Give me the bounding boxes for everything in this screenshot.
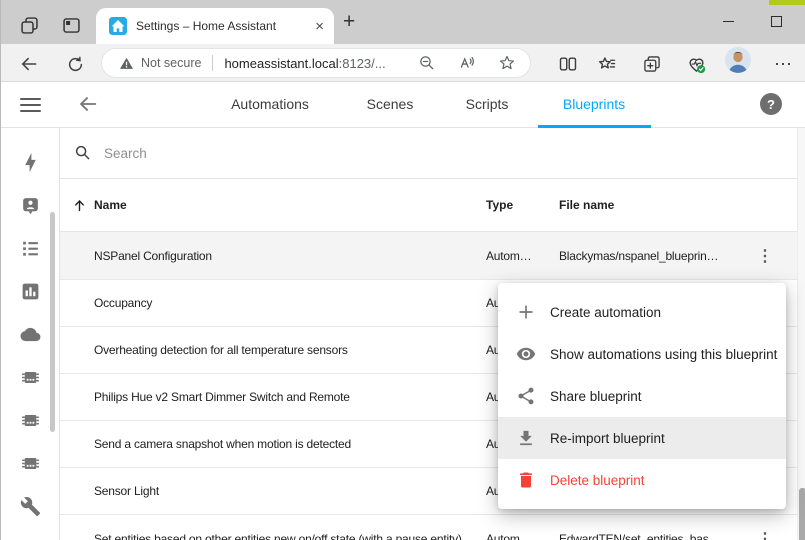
search-row	[60, 128, 805, 179]
table-row[interactable]: NSPanel Configuration Autom… Blackymas/n…	[60, 232, 805, 280]
hardware-chip-icon-1[interactable]	[20, 367, 41, 388]
favorites-icon[interactable]	[595, 52, 619, 76]
todo-list-icon[interactable]	[20, 238, 41, 259]
menu-item-show-automations[interactable]: Show automations using this blueprint	[498, 333, 786, 375]
column-type[interactable]: Type	[486, 179, 513, 232]
browser-tab-strip: Settings – Home Assistant × +	[1, 0, 805, 44]
settings-wrench-icon[interactable]	[20, 496, 41, 517]
hardware-chip-icon-2[interactable]	[20, 410, 41, 431]
read-aloud-icon[interactable]	[458, 54, 476, 72]
table-header: Name Type File name	[60, 179, 805, 232]
url-path: :8123/...	[339, 56, 386, 71]
row-overflow-icon[interactable]: ⋮	[753, 525, 777, 540]
row-overflow-icon[interactable]: ⋮	[753, 242, 777, 270]
menu-item-share-blueprint[interactable]: Share blueprint	[498, 375, 786, 417]
trash-icon	[516, 470, 536, 490]
blueprint-context-menu: Create automation Show automations using…	[498, 283, 786, 509]
profile-avatar[interactable]	[725, 47, 751, 73]
menu-item-delete-blueprint[interactable]: Delete blueprint	[498, 459, 786, 501]
browser-window: Settings – Home Assistant × +	[0, 0, 805, 540]
tab-scenes[interactable]: Scenes	[367, 82, 414, 127]
search-icon	[74, 144, 92, 162]
table-row[interactable]: Set entities based on other entities new…	[60, 515, 805, 540]
zoom-out-icon[interactable]	[418, 54, 436, 72]
plus-icon	[516, 302, 536, 322]
tab-blueprints[interactable]: Blueprints	[563, 82, 625, 127]
share-icon	[516, 386, 536, 406]
security-label: Not secure	[141, 56, 201, 70]
menu-item-label: Delete blueprint	[550, 473, 645, 488]
row-type: Autom…	[486, 249, 531, 263]
home-assistant-favicon	[109, 17, 127, 35]
row-name: Set entities based on other entities new…	[94, 532, 462, 540]
new-tab-icon[interactable]: +	[343, 10, 355, 34]
browser-tab[interactable]: Settings – Home Assistant ×	[96, 8, 334, 44]
url-host: homeassistant.local	[224, 56, 338, 71]
content-scrollbar	[797, 128, 805, 540]
column-file-name[interactable]: File name	[559, 179, 614, 232]
row-type: Autom…	[486, 532, 531, 540]
menu-item-label: Re-import blueprint	[550, 431, 665, 446]
ha-header: Automations Scenes Scripts Blueprints ?	[1, 82, 805, 128]
back-icon[interactable]	[17, 52, 41, 76]
workspaces-icon[interactable]	[19, 14, 41, 36]
browser-toolbar: Not secure homeassistant.local:8123/...	[1, 44, 805, 82]
row-name: Overheating detection for all temperatur…	[94, 343, 348, 357]
search-input[interactable]	[104, 146, 704, 161]
tab-close-icon[interactable]: ×	[315, 19, 324, 34]
menu-item-label: Share blueprint	[550, 389, 642, 404]
tab-title: Settings – Home Assistant	[136, 19, 315, 33]
sort-ascending-icon[interactable]	[72, 198, 87, 213]
not-secure-warning-icon	[119, 56, 134, 71]
address-bar[interactable]: Not secure homeassistant.local:8123/...	[101, 48, 531, 78]
row-name: NSPanel Configuration	[94, 249, 212, 263]
tab-scripts[interactable]: Scripts	[466, 82, 509, 127]
row-file: Blackymas/nspanel_blueprin…	[559, 249, 718, 263]
browser-essentials-icon[interactable]	[684, 52, 708, 76]
hardware-chip-icon-3[interactable]	[20, 453, 41, 474]
eye-icon	[516, 344, 536, 364]
row-name: Philips Hue v2 Smart Dimmer Switch and R…	[94, 390, 350, 404]
sidebar-toggle-icon[interactable]	[20, 98, 41, 112]
collections-icon[interactable]	[640, 52, 664, 76]
voice-assistant-icon[interactable]	[20, 195, 41, 216]
browser-menu-icon[interactable]: ⋯	[771, 52, 795, 76]
refresh-icon[interactable]	[63, 52, 87, 76]
split-screen-icon[interactable]	[556, 52, 580, 76]
history-chart-icon[interactable]	[20, 281, 41, 302]
sidebar-scrollbar[interactable]	[50, 212, 55, 432]
row-file: EdwardTEN/set_entities_bas…	[559, 532, 720, 540]
favorite-star-icon[interactable]	[498, 54, 516, 72]
menu-item-reimport-blueprint[interactable]: Re-import blueprint	[498, 417, 786, 459]
ha-back-icon[interactable]	[77, 89, 103, 119]
download-icon	[516, 428, 536, 448]
address-divider	[212, 55, 213, 71]
desktop-edge-sliver	[769, 0, 805, 5]
url-text: homeassistant.local:8123/...	[224, 56, 385, 71]
energy-icon[interactable]	[20, 152, 41, 173]
row-name: Send a camera snapshot when motion is de…	[94, 437, 351, 451]
column-name[interactable]: Name	[94, 179, 127, 232]
minimize-icon[interactable]	[713, 10, 743, 32]
menu-item-create-automation[interactable]: Create automation	[498, 291, 786, 333]
tab-automations[interactable]: Automations	[231, 82, 309, 127]
menu-item-label: Show automations using this blueprint	[550, 347, 777, 362]
row-name: Occupancy	[94, 296, 152, 310]
help-icon[interactable]: ?	[760, 93, 782, 115]
maximize-icon[interactable]	[761, 10, 791, 32]
tab-actions-icon[interactable]	[61, 14, 83, 36]
ha-sidebar	[1, 128, 60, 540]
cloud-icon[interactable]	[20, 324, 41, 345]
content-scrollbar-thumb[interactable]	[799, 488, 805, 540]
menu-item-label: Create automation	[550, 305, 661, 320]
row-name: Sensor Light	[94, 484, 159, 498]
